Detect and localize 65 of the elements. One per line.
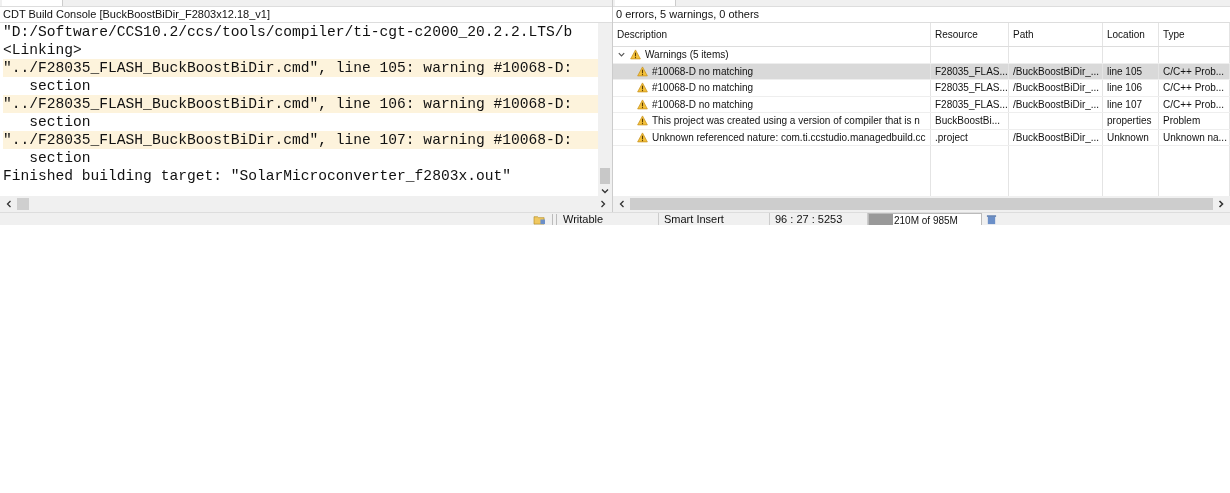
column-header[interactable]: Resource: [931, 23, 1009, 46]
chevron-right-icon[interactable]: [598, 199, 608, 209]
table-cell-text: Unknown: [1107, 130, 1149, 145]
table-cell-text: F28035_FLAS...: [935, 81, 1008, 95]
column-header[interactable]: Description: [613, 23, 931, 46]
vertical-scrollbar[interactable]: [598, 23, 612, 196]
table-cell-text: /BuckBoostBiDir_...: [1013, 130, 1100, 145]
problems-summary: 0 errors, 5 warnings, 0 others: [613, 7, 1230, 23]
horizontal-scrollbar[interactable]: [613, 196, 1230, 212]
table-cell-text: line 107: [1107, 97, 1143, 112]
problem-row[interactable]: #10068-D no matching F28035_FLAS... /BuckBoostBiDir_... line 107 C/C++ Prob...: [613, 96, 1230, 113]
folder-icon: [533, 213, 546, 225]
scrollbar-thumb[interactable]: [17, 198, 29, 210]
warning-icon: [637, 98, 648, 110]
table-cell-text: #10068-D no matching: [652, 97, 754, 112]
table-cell-text: #10068-D no matching: [652, 81, 754, 95]
problem-row[interactable]: This project was created using a version of compiler that is n BuckBoostBi... properties Problem: [613, 113, 1230, 130]
status-text: Writable: [563, 213, 659, 225]
console-title: CDT Build Console [BuckBoostBiDir_F2803x12.18_v1]: [0, 7, 612, 23]
table-cell-text: C/C++ Prob...: [1163, 64, 1225, 79]
warning-icon: [637, 115, 648, 127]
warning-icon: [630, 49, 641, 61]
table-cell-text: F28035_FLAS...: [935, 97, 1008, 112]
status-text: Smart Insert: [659, 213, 770, 225]
table-cell-text: /BuckBoostBiDir_...: [1013, 81, 1100, 95]
table-cell-text: C/C++ Prob...: [1163, 81, 1225, 95]
column-header[interactable]: Location: [1103, 23, 1159, 46]
console-line: section: [28, 77, 92, 95]
warning-icon: [637, 131, 648, 143]
table-cell-text: properties: [1107, 114, 1152, 128]
problem-row[interactable]: #10068-D no matching F28035_FLAS... /BuckBoostBiDir_... line 106 C/C++ Prob...: [613, 80, 1230, 97]
warning-icon: [637, 82, 648, 94]
column-header[interactable]: Type: [1159, 23, 1230, 46]
memory-bar: 210M of 985M: [868, 213, 982, 225]
horizontal-scrollbar[interactable]: [0, 196, 612, 212]
table-cell-text: Unknown referenced nature: com.ti.ccstudio.managedbuild.cc: [652, 130, 926, 145]
table-cell-text: This project was created using a version of compiler that is n: [652, 114, 920, 128]
console-line: section: [28, 149, 92, 167]
chevron-left-icon[interactable]: [4, 199, 14, 209]
problem-row[interactable]: Unknown referenced nature: com.ti.ccstudio.managedbuild.cc .project /BuckBoostBiDir_... Unknown Unknown na...: [613, 129, 1230, 146]
table-cell-text: F28035_FLAS...: [935, 64, 1008, 79]
console-line: <Linking>: [3, 41, 83, 59]
chevron-right-icon[interactable]: [1216, 199, 1226, 209]
table-cell-text: C/C++ Prob...: [1163, 97, 1225, 112]
console-line: "D:/Software/CCS10.2/ccs/tools/compiler/ti-cgt-c2000_20.2.2.LTS/b: [3, 23, 574, 41]
warning-icon: [637, 65, 648, 77]
chevron-icon[interactable]: [617, 50, 626, 60]
column-header[interactable]: Path: [1009, 23, 1103, 46]
table-cell-text: line 105: [1107, 64, 1143, 79]
scrollbar-thumb[interactable]: [630, 198, 1213, 210]
table-cell-text: #10068-D no matching: [652, 64, 754, 79]
chevron-down-icon[interactable]: [600, 186, 610, 196]
table-cell-text: /BuckBoostBiDir_...: [1013, 97, 1100, 112]
table-cell-text: Unknown na...: [1163, 130, 1227, 145]
group-row[interactable]: Warnings (5 items): [613, 47, 931, 63]
console-line: section: [28, 113, 92, 131]
table-cell-text: line 106: [1107, 81, 1143, 95]
chevron-left-icon[interactable]: [617, 199, 627, 209]
trash-icon[interactable]: [985, 213, 998, 225]
console-line: Finished building target: "SolarMicroconverter_f2803x.out": [3, 167, 512, 185]
table-cell-text: BuckBoostBi...: [935, 114, 1001, 128]
table-cell-text: /BuckBoostBiDir_...: [1013, 64, 1100, 79]
scrollbar-thumb[interactable]: [600, 168, 610, 184]
table-cell-text: .project: [935, 130, 968, 145]
table-cell-text: Problem: [1163, 114, 1201, 128]
